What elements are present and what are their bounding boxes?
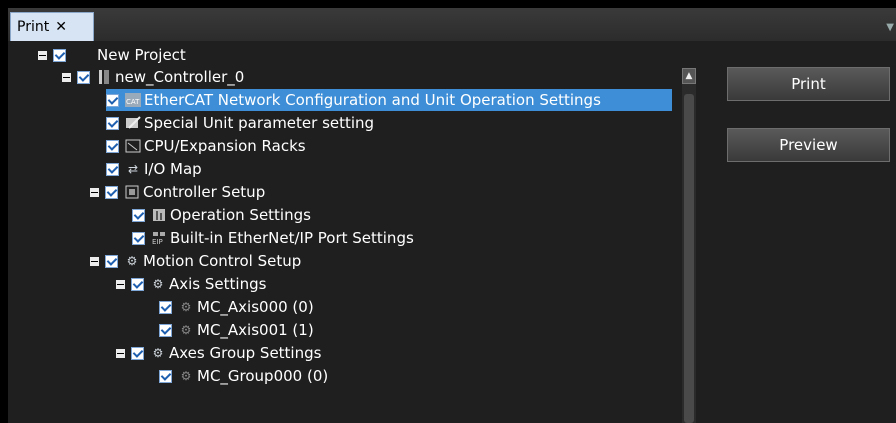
tree-item-label: Axis Settings <box>169 275 267 293</box>
axis-item-icon: ⚙ <box>180 323 192 337</box>
motion-gear-icon: ⚙ <box>126 254 138 268</box>
ethercat-icon: CAT <box>124 92 142 108</box>
checkbox[interactable] <box>131 277 144 291</box>
collapse-icon[interactable] <box>90 256 99 266</box>
tree-item-label: MC_Axis001 (1) <box>197 321 314 339</box>
tab-print[interactable]: Print ✕ <box>10 12 94 41</box>
checkbox[interactable] <box>159 300 172 314</box>
tree-item-mc-axis000[interactable]: ⚙ MC_Axis000 (0) <box>159 296 314 318</box>
tab-bar: Print ✕ ▼ <box>8 8 896 41</box>
scroll-up-icon[interactable]: ▲ <box>682 68 696 84</box>
tree-item-label: Special Unit parameter setting <box>144 114 375 132</box>
svg-text:EIP: EIP <box>152 238 163 245</box>
scroll-thumb[interactable] <box>684 94 694 423</box>
tree-item-controller[interactable]: new_Controller_0 <box>62 66 244 88</box>
print-window: Print ✕ ▼ New Project new_Controller_0 C… <box>8 8 896 423</box>
checkbox[interactable] <box>106 116 119 130</box>
tree-item-label: new_Controller_0 <box>115 68 245 86</box>
collapse-icon[interactable] <box>116 348 125 358</box>
collapse-icon[interactable] <box>116 279 125 289</box>
preview-button[interactable]: Preview <box>727 128 890 162</box>
tree-item-axis-settings[interactable]: ⚙ Axis Settings <box>116 273 266 295</box>
checkbox[interactable] <box>132 208 145 222</box>
checkbox[interactable] <box>106 162 119 176</box>
parameter-icon <box>124 115 142 131</box>
group-item-icon: ⚙ <box>180 369 192 383</box>
checkbox[interactable] <box>77 70 90 84</box>
tree-item-label: Built-in EtherNet/IP Port Settings <box>170 229 414 247</box>
checkbox[interactable] <box>159 323 172 337</box>
axis-item-icon: ⚙ <box>180 300 192 314</box>
rack-icon <box>124 138 142 154</box>
operation-settings-icon <box>150 207 168 223</box>
tree-item-axes-group[interactable]: ⚙ Axes Group Settings <box>116 342 321 364</box>
tree-item-label: Operation Settings <box>170 206 311 224</box>
checkbox[interactable] <box>105 254 118 268</box>
tree-item-label: CPU/Expansion Racks <box>144 137 306 155</box>
checkbox[interactable] <box>106 139 119 153</box>
tree-item-ethercat[interactable]: CAT EtherCAT Network Configuration and U… <box>106 89 672 111</box>
checkbox[interactable] <box>105 185 118 199</box>
checkbox[interactable] <box>53 48 66 62</box>
tree-item-label: Axes Group Settings <box>169 344 322 362</box>
checkbox[interactable] <box>132 231 145 245</box>
collapse-icon[interactable] <box>90 187 99 197</box>
chevron-down-icon[interactable]: ▼ <box>886 22 894 33</box>
checkbox[interactable] <box>159 369 172 383</box>
tree-item-label: Controller Setup <box>143 183 266 201</box>
tree-item-ethernet-ip[interactable]: EIP Built-in EtherNet/IP Port Settings <box>132 227 414 249</box>
tree-item-new-project[interactable]: New Project <box>38 44 186 66</box>
tree-item-controller-setup[interactable]: Controller Setup <box>90 181 265 203</box>
io-map-icon: ⇄ <box>127 162 139 176</box>
tree-item-label: Motion Control Setup <box>143 252 302 270</box>
tree-item-mc-axis001[interactable]: ⚙ MC_Axis001 (1) <box>159 319 314 341</box>
tree-item-label: MC_Group000 (0) <box>197 367 329 385</box>
tree-item-operation-settings[interactable]: Operation Settings <box>132 204 311 226</box>
vertical-scrollbar[interactable]: ▲ <box>682 68 696 423</box>
collapse-icon[interactable] <box>38 50 47 60</box>
print-tree: New Project new_Controller_0 CAT EtherCA… <box>8 41 673 423</box>
print-button[interactable]: Print <box>727 67 890 101</box>
tree-item-label: EtherCAT Network Configuration and Unit … <box>144 91 601 109</box>
close-icon[interactable]: ✕ <box>55 19 67 35</box>
tree-item-label: New Project <box>97 46 186 64</box>
tree-item-mc-group000[interactable]: ⚙ MC_Group000 (0) <box>159 365 328 387</box>
controller-setup-icon <box>123 184 141 200</box>
checkbox[interactable] <box>106 93 119 107</box>
tree-item-label: I/O Map <box>144 160 202 178</box>
axis-gear-icon: ⚙ <box>152 277 164 291</box>
tree-item-cpu-racks[interactable]: CPU/Expansion Racks <box>106 135 306 157</box>
controller-icon <box>95 69 113 85</box>
tree-item-io-map[interactable]: ⇄ I/O Map <box>106 158 202 180</box>
ethernet-ip-icon: EIP <box>150 230 168 246</box>
svg-text:CAT: CAT <box>126 98 140 106</box>
tab-label: Print <box>17 19 50 35</box>
axes-group-icon: ⚙ <box>152 346 164 360</box>
tree-item-label: MC_Axis000 (0) <box>197 298 314 316</box>
checkbox[interactable] <box>131 346 144 360</box>
tree-item-motion-control[interactable]: ⚙ Motion Control Setup <box>90 250 301 272</box>
collapse-icon[interactable] <box>62 72 71 82</box>
tree-item-special-unit[interactable]: Special Unit parameter setting <box>106 112 374 134</box>
